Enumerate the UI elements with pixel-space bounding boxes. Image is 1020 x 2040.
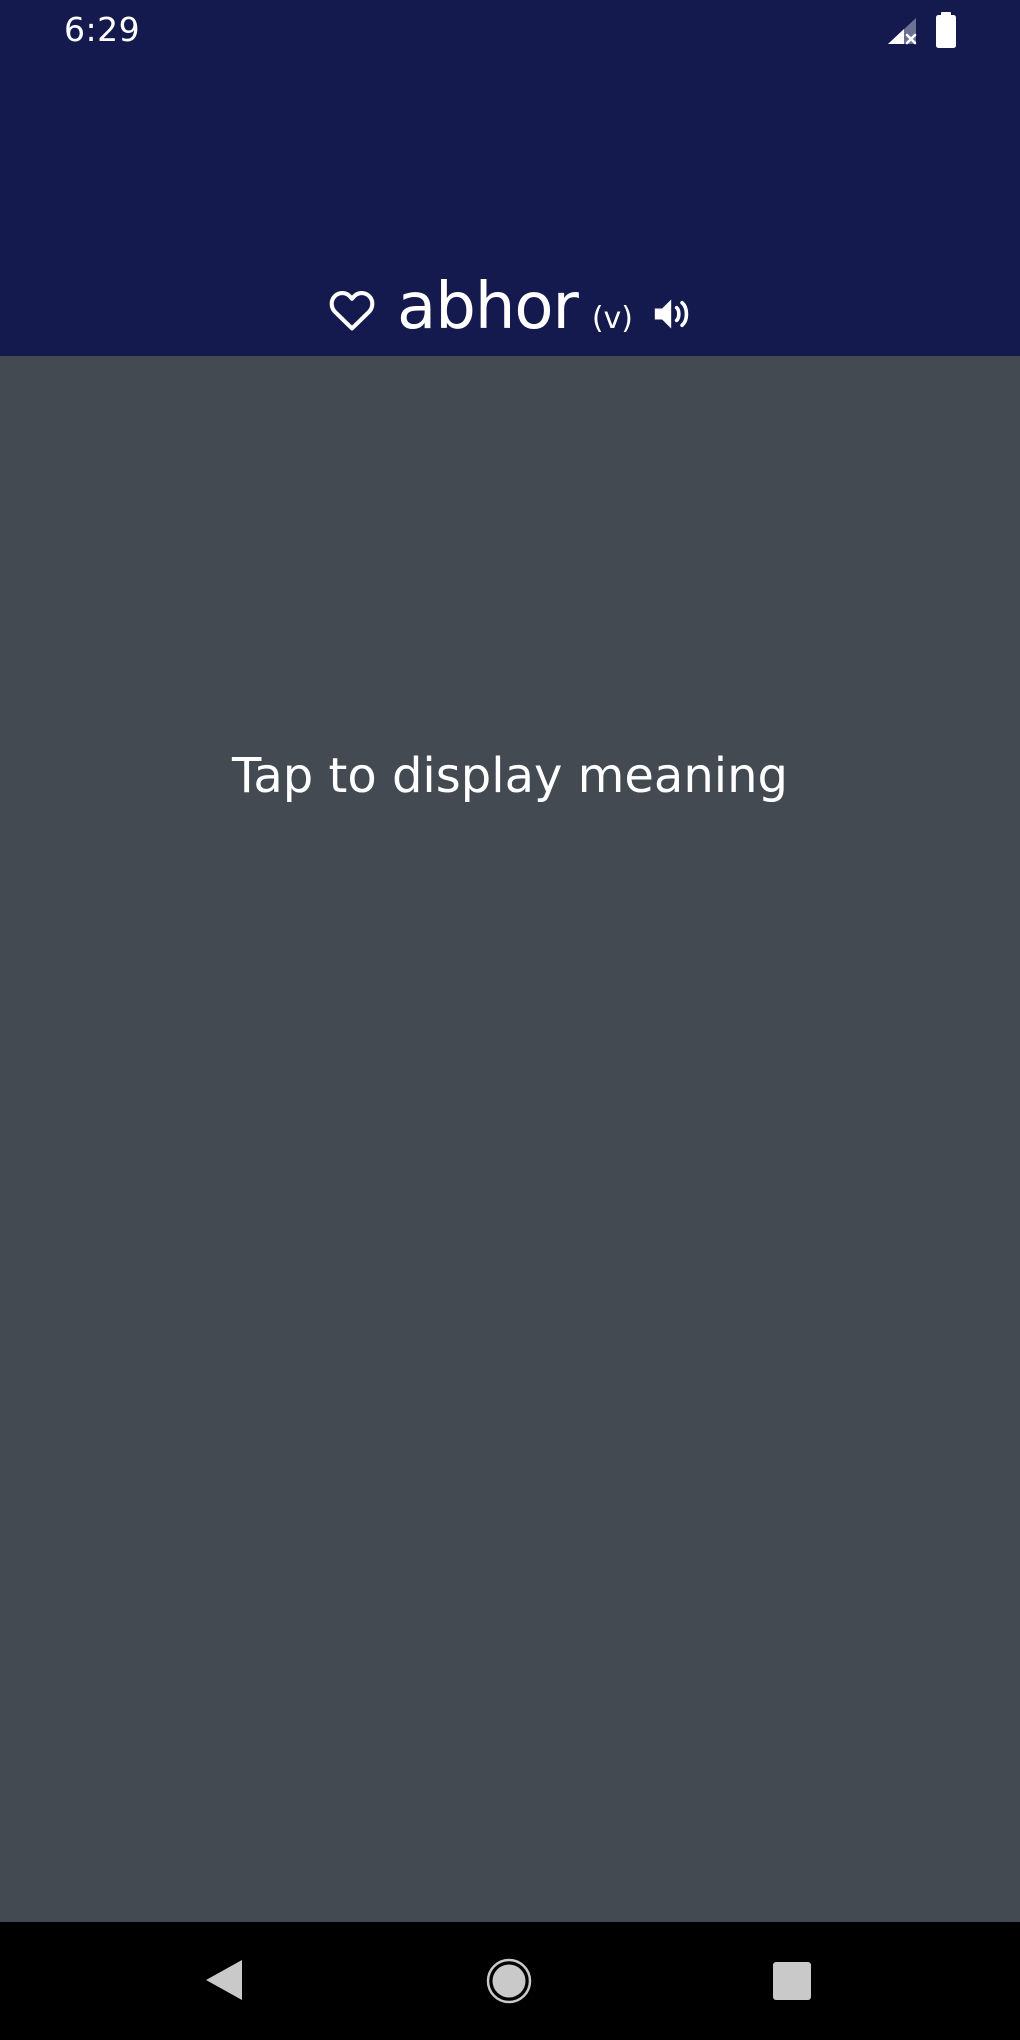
meaning-card[interactable]: Tap to display meaning bbox=[0, 356, 1020, 1922]
back-icon[interactable] bbox=[204, 1958, 244, 2002]
word-row: abhor (v) bbox=[0, 262, 1020, 352]
status-time: 6:29 bbox=[64, 10, 141, 49]
navigation-bar bbox=[0, 1922, 1020, 2040]
signal-icon bbox=[888, 18, 917, 45]
recents-icon[interactable] bbox=[773, 1962, 811, 2000]
header: 6:29 abhor (v) bbox=[0, 0, 1020, 356]
battery-icon bbox=[936, 12, 956, 48]
status-bar: 6:29 bbox=[0, 0, 1020, 60]
word-title: abhor bbox=[396, 270, 579, 344]
tap-prompt: Tap to display meaning bbox=[231, 748, 788, 804]
app-screen: 6:29 abhor (v) Tap to display meaning bbox=[0, 0, 1020, 2040]
part-of-speech: (v) bbox=[591, 300, 634, 336]
home-icon[interactable] bbox=[486, 1958, 532, 2004]
heart-outline-icon[interactable] bbox=[325, 284, 379, 336]
speaker-icon[interactable] bbox=[651, 294, 695, 334]
